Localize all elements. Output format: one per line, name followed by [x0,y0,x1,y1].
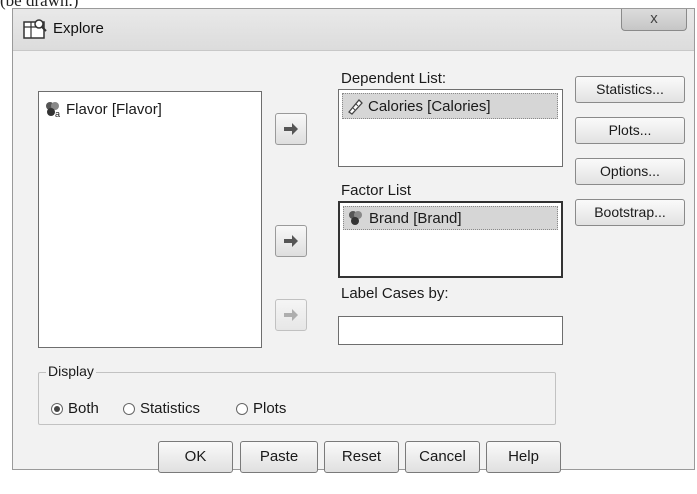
ok-button[interactable]: OK [158,441,233,473]
bootstrap-button[interactable]: Bootstrap... [575,199,685,226]
cancel-button[interactable]: Cancel [405,441,480,473]
factor-list-label: Factor List [341,182,412,199]
help-button[interactable]: Help [486,441,561,473]
arrow-right-icon [284,309,298,321]
variable-label: Flavor [Flavor] [66,100,162,118]
list-item[interactable]: Calories [Calories] [342,93,558,119]
window-title: Explore [53,20,104,37]
options-button[interactable]: Options... [575,158,685,185]
display-both-radio[interactable]: Both [51,400,99,417]
close-button[interactable]: x [621,9,687,31]
plots-button[interactable]: Plots... [575,117,685,144]
move-to-factor-button[interactable] [275,225,307,257]
list-item[interactable]: Brand [Brand] [343,206,558,230]
radio-label: Plots [253,400,287,417]
paste-button[interactable]: Paste [240,441,318,473]
dependent-list-label: Dependent List: [341,70,447,87]
dependent-list[interactable]: Calories [Calories] [338,89,563,167]
list-item[interactable]: a Flavor [Flavor] [44,100,162,118]
display-statistics-radio[interactable]: Statistics [123,400,200,417]
source-variable-list[interactable]: a Flavor [Flavor] [38,91,262,348]
display-plots-radio[interactable]: Plots [236,400,286,417]
display-group-label: Display [46,363,96,379]
move-to-dependent-button[interactable] [275,113,307,145]
radio-indicator [236,402,248,415]
factor-list[interactable]: Brand [Brand] [338,201,563,278]
variable-label: Calories [Calories] [368,97,491,115]
svg-text:a: a [55,109,60,118]
reset-button[interactable]: Reset [324,441,399,473]
variable-label: Brand [Brand] [369,209,462,227]
radio-indicator [123,402,135,415]
label-cases-label: Label Cases by: [341,285,449,302]
scale-variable-icon [348,99,363,115]
nominal-variable-icon [349,211,362,225]
radio-label: Both [68,400,99,417]
arrow-right-icon [284,123,298,135]
statistics-button[interactable]: Statistics... [575,76,685,103]
explore-app-icon [23,19,47,39]
radio-label: Statistics [140,400,201,417]
move-to-label-cases-button[interactable] [275,299,307,331]
title-bar: Explore x [13,9,694,51]
arrow-right-icon [284,235,298,247]
nominal-variable-icon: a [46,102,60,118]
radio-indicator [51,402,63,415]
label-cases-field[interactable] [338,316,563,345]
explore-dialog: Explore x a Flavor [Flavor] Dependent Li… [12,8,695,473]
display-group [38,372,556,425]
